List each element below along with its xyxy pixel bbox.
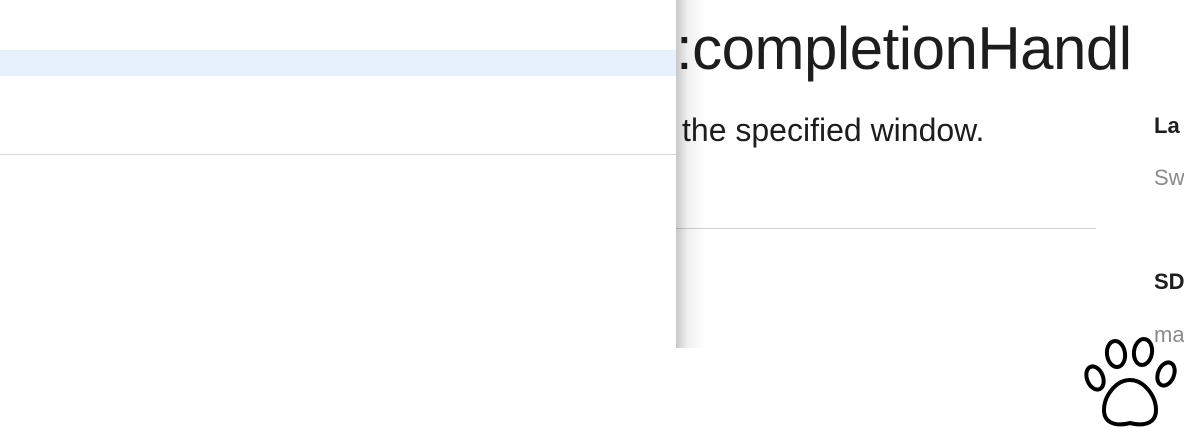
- page-abstract: the specified window.: [682, 112, 985, 148]
- selected-list-row[interactable]: [0, 50, 676, 76]
- list-divider: [0, 154, 676, 155]
- section-divider: [676, 228, 1096, 229]
- symbol-list-pane: [0, 0, 676, 428]
- paw-icon: [1084, 337, 1177, 427]
- sdk-heading: SD: [1154, 269, 1184, 294]
- documentation-pane: :completionHandl the specified window. L…: [676, 0, 1184, 348]
- language-heading: La: [1154, 113, 1180, 138]
- page-title: :completionHandl: [676, 15, 1132, 82]
- language-value[interactable]: Sw: [1154, 165, 1184, 191]
